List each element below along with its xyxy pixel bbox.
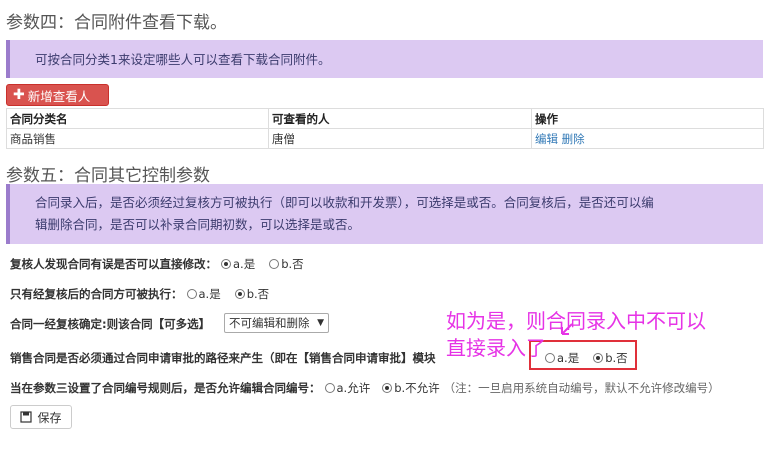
add-viewer-button[interactable]: ✚ 新增查看人 (6, 84, 109, 106)
annotation-line2: 直接录入了 (446, 336, 546, 360)
radio-icon[interactable] (234, 289, 245, 299)
radio-icon[interactable] (221, 259, 231, 269)
q3-label: 合同一经复核确定:则该合同【可多选】 (10, 317, 211, 331)
save-button[interactable]: 保存 (10, 405, 72, 429)
q5-row: 当在参数三设置了合同编号规则后，是否允许编辑合同编号： a.允许 b.不允许 （… (10, 380, 720, 396)
q2-option-b[interactable]: b.否 (234, 286, 270, 302)
q3-select-value: 不可编辑和删除 (229, 316, 310, 330)
q3-select[interactable]: 不可编辑和删除 ▼ (224, 313, 329, 333)
section5-info-line1: 合同录入后，是否必须经过复核方可被执行（即可以收款和开发票），可选择是或否。合同… (35, 195, 654, 210)
radio-icon[interactable] (186, 289, 197, 299)
q2-option-a-label: a.是 (198, 287, 221, 301)
section4-title: 参数四：合同附件查看下载。 (6, 13, 227, 33)
table-row: 商品销售 唐僧 编辑 删除 (6, 128, 764, 149)
chevron-down-icon: ▼ (317, 318, 324, 328)
q1-row: 复核人发现合同有误是否可以直接修改： a.是 b.否 (10, 256, 304, 272)
q2-option-b-label: b.否 (246, 287, 270, 301)
edit-link[interactable]: 编辑 (535, 132, 558, 146)
cell-viewer: 唐僧 (268, 128, 532, 149)
q1-option-b-label: b.否 (281, 257, 304, 271)
q5-note: （注：一旦启用系统自动编号，默认不允许修改编号） (443, 381, 720, 395)
table-header-row: 合同分类名 可查看的人 操作 (6, 108, 764, 129)
radio-icon[interactable] (269, 259, 280, 269)
save-label: 保存 (37, 410, 62, 425)
radio-icon[interactable] (324, 383, 335, 393)
section4-info-text: 可按合同分类1来设定哪些人可以查看下载合同附件。 (35, 52, 331, 67)
q2-row: 只有经复核后的合同方可被执行： a.是 b.否 (10, 286, 269, 302)
annotation-line1: 如为是，则合同录入中不可以 (446, 309, 706, 333)
q5-option-a[interactable]: a.允许 (324, 380, 371, 396)
column-header-actions: 操作 (531, 108, 764, 129)
q2-option-a[interactable]: a.是 (186, 286, 221, 302)
q1-option-a[interactable]: a.是 (221, 256, 255, 272)
section5-title: 参数五：合同其它控制参数 (6, 166, 210, 186)
radio-icon[interactable] (382, 383, 393, 393)
q5-option-a-label: a.允许 (336, 381, 371, 395)
delete-link[interactable]: 删除 (562, 132, 585, 146)
add-viewer-label: 新增查看人 (27, 88, 91, 104)
annotation-arrow-icon (561, 323, 573, 335)
plus-icon: ✚ (13, 87, 25, 103)
q5-label: 当在参数三设置了合同编号规则后，是否允许编辑合同编号： (10, 381, 321, 395)
column-header-viewer: 可查看的人 (268, 108, 532, 129)
cell-category: 商品销售 (6, 128, 269, 149)
q1-option-b[interactable]: b.否 (269, 256, 304, 272)
q5-option-b-label: b.不允许 (394, 381, 440, 395)
section5-info-line2: 辑删除合同，是否可以补录合同期初数，可以选择是或否。 (35, 217, 361, 232)
q2-label: 只有经复核后的合同方可被执行： (10, 287, 183, 301)
viewer-table: 合同分类名 可查看的人 操作 商品销售 唐僧 编辑 删除 (6, 108, 764, 149)
q1-label: 复核人发现合同有误是否可以直接修改： (10, 257, 217, 271)
column-header-category: 合同分类名 (6, 108, 269, 129)
section5-info-callout: 合同录入后，是否必须经过复核方可被执行（即可以收款和开发票），可选择是或否。合同… (6, 184, 763, 244)
q4-label: 销售合同是否必须通过合同申请审批的路径来产生（即在【销售合同申请审批】模块 (10, 351, 436, 365)
save-icon (20, 411, 33, 423)
section4-info-callout: 可按合同分类1来设定哪些人可以查看下载合同附件。 (6, 40, 763, 78)
q1-option-a-label: a.是 (233, 257, 256, 271)
cell-actions: 编辑 删除 (531, 128, 764, 149)
q5-option-b[interactable]: b.不允许 (382, 380, 440, 396)
